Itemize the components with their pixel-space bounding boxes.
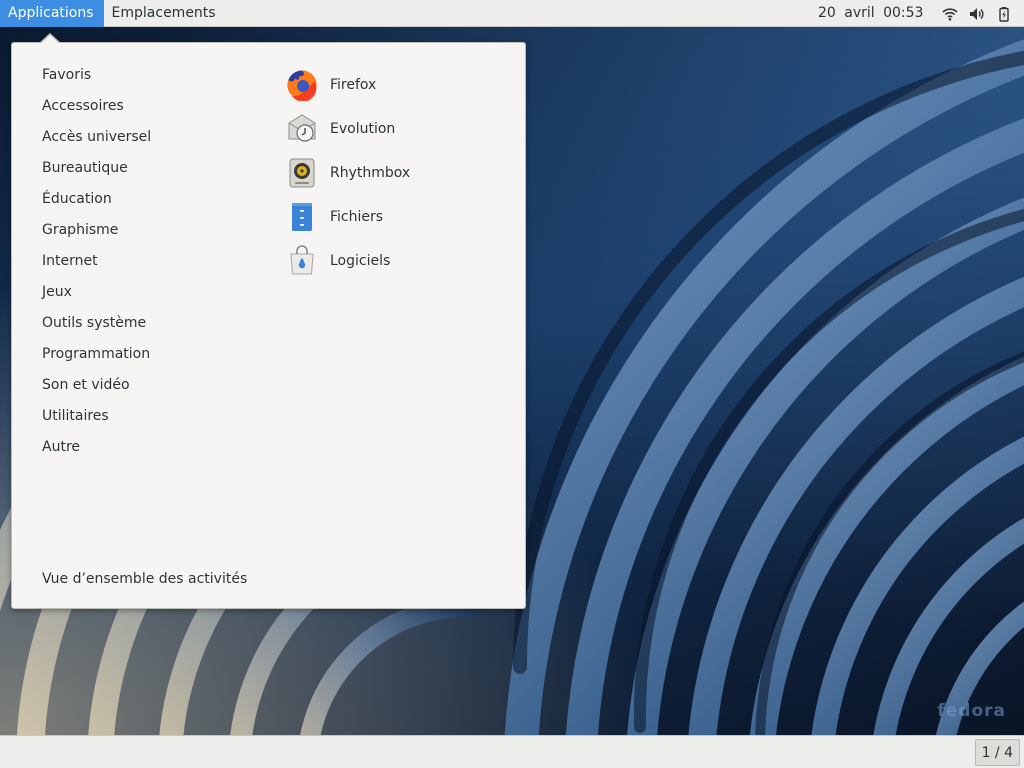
app-label: Evolution [330, 121, 396, 137]
places-menu-button[interactable]: Emplacements [104, 0, 226, 27]
software-icon [286, 245, 318, 277]
category-programming[interactable]: Programmation [42, 339, 151, 370]
firefox-icon [286, 69, 318, 102]
category-other[interactable]: Autre [42, 432, 151, 463]
category-utilities[interactable]: Utilitaires [42, 401, 151, 432]
category-games[interactable]: Jeux [42, 277, 151, 308]
menu-pointer [40, 35, 60, 44]
applications-menu: Favoris Accessoires Accès universel Bure… [11, 42, 526, 609]
app-item-software[interactable]: Logiciels [286, 239, 410, 283]
network-wireless-icon[interactable] [942, 6, 958, 22]
category-education[interactable]: Éducation [42, 184, 151, 215]
app-label: Rhythmbox [330, 165, 411, 181]
app-item-firefox[interactable]: Firefox [286, 63, 410, 107]
category-list: Favoris Accessoires Accès universel Bure… [42, 60, 151, 463]
app-label: Logiciels [330, 253, 391, 269]
top-bar: Applications Emplacements 20 avril 00:53 [0, 0, 1024, 27]
app-item-files[interactable]: Fichiers [286, 195, 410, 239]
category-accessories[interactable]: Accessoires [42, 91, 151, 122]
clock[interactable]: 20 avril 00:53 [818, 0, 923, 27]
category-favorites[interactable]: Favoris [42, 60, 151, 91]
category-universal-access[interactable]: Accès universel [42, 122, 151, 153]
app-label: Firefox [330, 77, 377, 93]
fedora-watermark: fedora [937, 701, 1006, 721]
category-system-tools[interactable]: Outils système [42, 308, 151, 339]
category-internet[interactable]: Internet [42, 246, 151, 277]
workspace-indicator[interactable]: 1 / 4 [974, 739, 1020, 766]
activities-overview-link[interactable]: Vue d’ensemble des activités [42, 567, 247, 591]
evolution-icon [286, 113, 318, 145]
app-label: Fichiers [330, 209, 384, 225]
system-tray[interactable] [942, 0, 1012, 27]
rhythmbox-icon [286, 157, 318, 189]
applications-menu-button[interactable]: Applications [0, 0, 104, 27]
category-graphics[interactable]: Graphisme [42, 215, 151, 246]
app-list: Firefox Evolution Rhythmbox Fichiers Log… [286, 63, 410, 283]
files-icon [286, 201, 318, 233]
battery-icon[interactable] [996, 6, 1012, 22]
category-office[interactable]: Bureautique [42, 153, 151, 184]
audio-volume-icon[interactable] [969, 6, 985, 22]
bottom-panel: 1 / 4 [0, 735, 1024, 768]
app-item-rhythmbox[interactable]: Rhythmbox [286, 151, 410, 195]
category-sound-video[interactable]: Son et vidéo [42, 370, 151, 401]
app-item-evolution[interactable]: Evolution [286, 107, 410, 151]
